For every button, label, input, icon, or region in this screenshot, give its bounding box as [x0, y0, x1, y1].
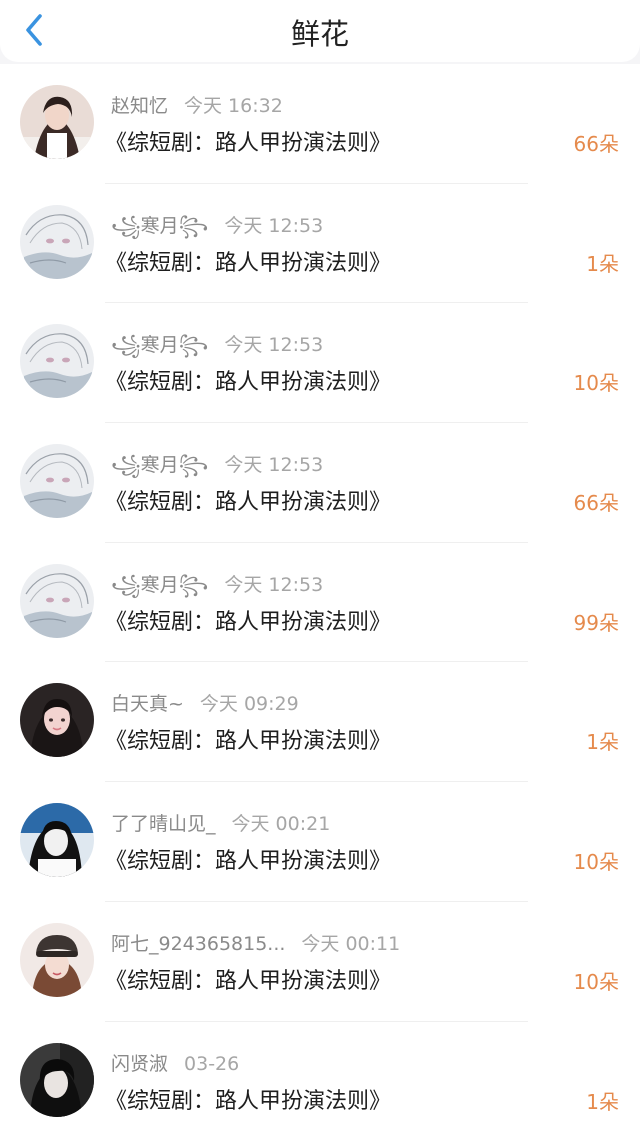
- list-item[interactable]: ꧁寒月꧂ 今天 12:53 《综短剧：路人甲扮演法则》 1朵: [0, 184, 640, 304]
- book-title[interactable]: 《综短剧：路人甲扮演法则》: [105, 963, 391, 995]
- book-title[interactable]: 《综短剧：路人甲扮演法则》: [105, 723, 391, 755]
- user-name[interactable]: ꧁寒月꧂: [111, 215, 208, 237]
- user-name[interactable]: 白天真~: [111, 693, 184, 715]
- timestamp: 今天 12:53: [224, 214, 324, 237]
- flower-list: 赵知忆 今天 16:32 《综短剧：路人甲扮演法则》 66朵 ꧁寒月꧂ 今天 12:53 《…: [0, 64, 640, 1141]
- book-title[interactable]: 《综短剧：路人甲扮演法则》: [105, 245, 391, 277]
- book-title[interactable]: 《综短剧：路人甲扮演法则》: [105, 1083, 391, 1115]
- avatar[interactable]: [20, 85, 94, 159]
- list-item[interactable]: 了了晴山见_ 今天 00:21 《综短剧：路人甲扮演法则》 10朵: [0, 782, 640, 902]
- flower-count: 99朵: [573, 610, 619, 635]
- list-item[interactable]: 阿七_924365815... 今天 00:11 《综短剧：路人甲扮演法则》 10朵: [0, 902, 640, 1022]
- user-name[interactable]: ꧁寒月꧂: [111, 334, 208, 356]
- list-item[interactable]: ꧁寒月꧂ 今天 12:53 《综短剧：路人甲扮演法则》 99朵: [0, 543, 640, 663]
- item-meta: 了了晴山见_ 今天 00:21: [111, 809, 330, 836]
- avatar[interactable]: [20, 803, 94, 878]
- user-name[interactable]: 闪贤淑: [111, 1053, 168, 1075]
- user-name[interactable]: ꧁寒月꧂: [111, 454, 208, 476]
- book-title[interactable]: 《综短剧：路人甲扮演法则》: [105, 125, 391, 157]
- avatar[interactable]: [20, 324, 94, 399]
- avatar[interactable]: [20, 204, 94, 279]
- timestamp: 今天 16:32: [184, 95, 283, 117]
- flower-count: 10朵: [573, 850, 619, 875]
- avatar[interactable]: [20, 922, 94, 997]
- avatar[interactable]: [20, 1042, 94, 1117]
- book-title[interactable]: 《综短剧：路人甲扮演法则》: [105, 364, 391, 396]
- timestamp: 03-26: [184, 1052, 240, 1075]
- list-item[interactable]: ꧁寒月꧂ 今天 12:53 《综短剧：路人甲扮演法则》 10朵: [0, 303, 640, 424]
- book-title[interactable]: 《综短剧：路人甲扮演法则》: [105, 484, 391, 516]
- list-item[interactable]: 闪贤淑 03-26 《综短剧：路人甲扮演法则》 1朵: [0, 1022, 640, 1141]
- timestamp: 今天 00:11: [301, 932, 401, 955]
- flower-count: 1朵: [586, 1089, 619, 1114]
- book-title[interactable]: 《综短剧：路人甲扮演法则》: [105, 843, 391, 875]
- list-item[interactable]: 赵知忆 今天 16:32 《综短剧：路人甲扮演法则》 66朵: [0, 64, 640, 184]
- timestamp: 今天 12:53: [224, 454, 324, 477]
- timestamp: 今天 00:21: [231, 813, 331, 836]
- flower-count: 10朵: [573, 371, 619, 396]
- user-name[interactable]: ꧁寒月꧂: [111, 574, 208, 596]
- list-item[interactable]: 白天真~ 今天 09:29 《综短剧：路人甲扮演法则》 1朵: [0, 662, 640, 783]
- page-title: 鲜花: [290, 17, 349, 51]
- avatar[interactable]: [20, 444, 94, 519]
- avatar[interactable]: [20, 683, 94, 758]
- flower-count: 1朵: [586, 730, 619, 755]
- timestamp: 今天 09:29: [199, 693, 299, 716]
- timestamp: 今天 12:53: [224, 334, 324, 357]
- item-meta: 赵知忆 今天 16:32: [111, 91, 283, 118]
- flower-count: 10朵: [573, 969, 619, 994]
- flower-count: 66朵: [573, 132, 619, 156]
- list-item[interactable]: ꧁寒月꧂ 今天 12:53 《综短剧：路人甲扮演法则》 66朵: [0, 423, 640, 543]
- item-meta: 阿七_924365815... 今天 00:11: [111, 929, 400, 956]
- item-meta: 闪贤淑 03-26: [111, 1049, 239, 1076]
- book-title[interactable]: 《综短剧：路人甲扮演法则》: [105, 604, 391, 636]
- user-name[interactable]: 阿七_924365815...: [111, 933, 285, 955]
- timestamp: 今天 12:53: [224, 573, 324, 596]
- avatar[interactable]: [20, 563, 94, 638]
- item-meta: 白天真~ 今天 09:29: [111, 689, 299, 716]
- flower-count: 1朵: [586, 251, 619, 276]
- flower-count: 66朵: [573, 491, 619, 516]
- user-name[interactable]: 了了晴山见_: [111, 813, 216, 835]
- user-name[interactable]: 赵知忆: [111, 95, 168, 117]
- header-bar: 鲜花: [0, 0, 640, 62]
